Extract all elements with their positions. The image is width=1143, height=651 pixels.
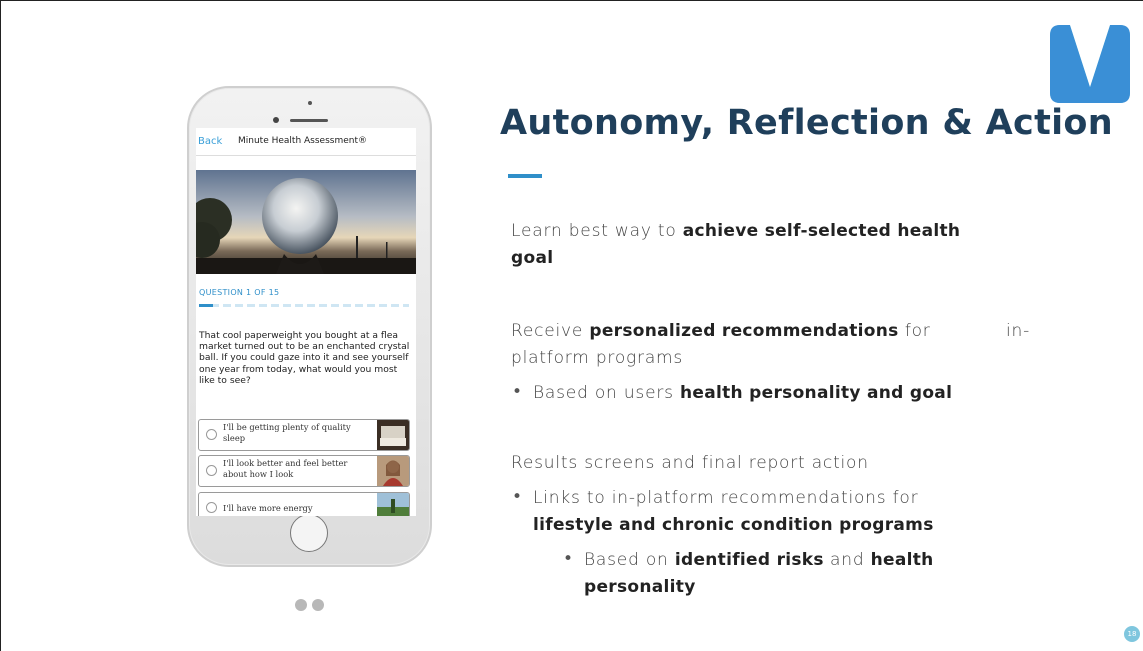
page-number-badge: 18	[1124, 626, 1140, 642]
app-nav-bar: Back Minute Health Assessment®	[196, 128, 416, 156]
phone-screen: Back Minute Health Assessment® QUESTION …	[196, 128, 416, 516]
answer-option-label: I'll look better and feel better about h…	[223, 458, 348, 479]
crystal-ball-image	[196, 170, 416, 274]
carousel-dot-2[interactable]	[312, 599, 324, 611]
v-logo-icon	[1050, 25, 1130, 103]
phone-home-button[interactable]	[290, 514, 328, 552]
bullet-links: Links to in-platform recommendations for…	[533, 488, 934, 535]
answer-option-sleep[interactable]: I'll be getting plenty of quality sleep	[198, 419, 410, 451]
bullet-dot: •	[512, 487, 523, 507]
paragraph-results: Results screens and final report action	[511, 453, 869, 473]
paragraph-health-goal: Learn best way to achieve self-selected …	[511, 221, 961, 268]
frame-left-border	[0, 0, 1, 651]
phone-camera	[273, 117, 279, 123]
radio-icon[interactable]	[206, 502, 217, 513]
person-thumbnail-image	[377, 456, 409, 486]
title-accent-bar	[508, 174, 542, 178]
slide-title: Autonomy, Reflection & Action	[500, 103, 1113, 143]
answer-option-label: I'll be getting plenty of quality sleep	[223, 422, 351, 443]
sleep-thumbnail-image	[377, 420, 409, 450]
sub-bullet-risks: Based on identified risks and health per…	[584, 550, 934, 597]
sub-bullet-dot: •	[563, 549, 574, 569]
answer-option-look-better[interactable]: I'll look better and feel better about h…	[198, 455, 410, 487]
question-progress-bar	[199, 304, 409, 307]
phone-sensor	[308, 101, 312, 105]
radio-icon[interactable]	[206, 429, 217, 440]
question-progress-fill	[199, 304, 213, 307]
answer-option-energy[interactable]: I'll have more energy	[198, 492, 410, 516]
app-title: Minute Health Assessment®	[238, 136, 368, 146]
back-button[interactable]: Back	[198, 136, 222, 147]
question-text: That cool paperweight you bought at a fl…	[199, 330, 410, 386]
paragraph-recommendations: Receive personalized recommendations for…	[511, 321, 1031, 368]
bullet-dot: •	[512, 382, 523, 402]
carousel-dot-1[interactable]	[295, 599, 307, 611]
question-counter: QUESTION 1 OF 15	[199, 288, 280, 297]
frame-top-border	[0, 0, 1143, 1]
answer-option-label: I'll have more energy	[223, 503, 313, 513]
radio-icon[interactable]	[206, 465, 217, 476]
outdoor-thumbnail-image	[377, 493, 409, 516]
phone-speaker	[290, 119, 328, 122]
bullet-health-personality: Based on users health personality and go…	[533, 383, 953, 403]
